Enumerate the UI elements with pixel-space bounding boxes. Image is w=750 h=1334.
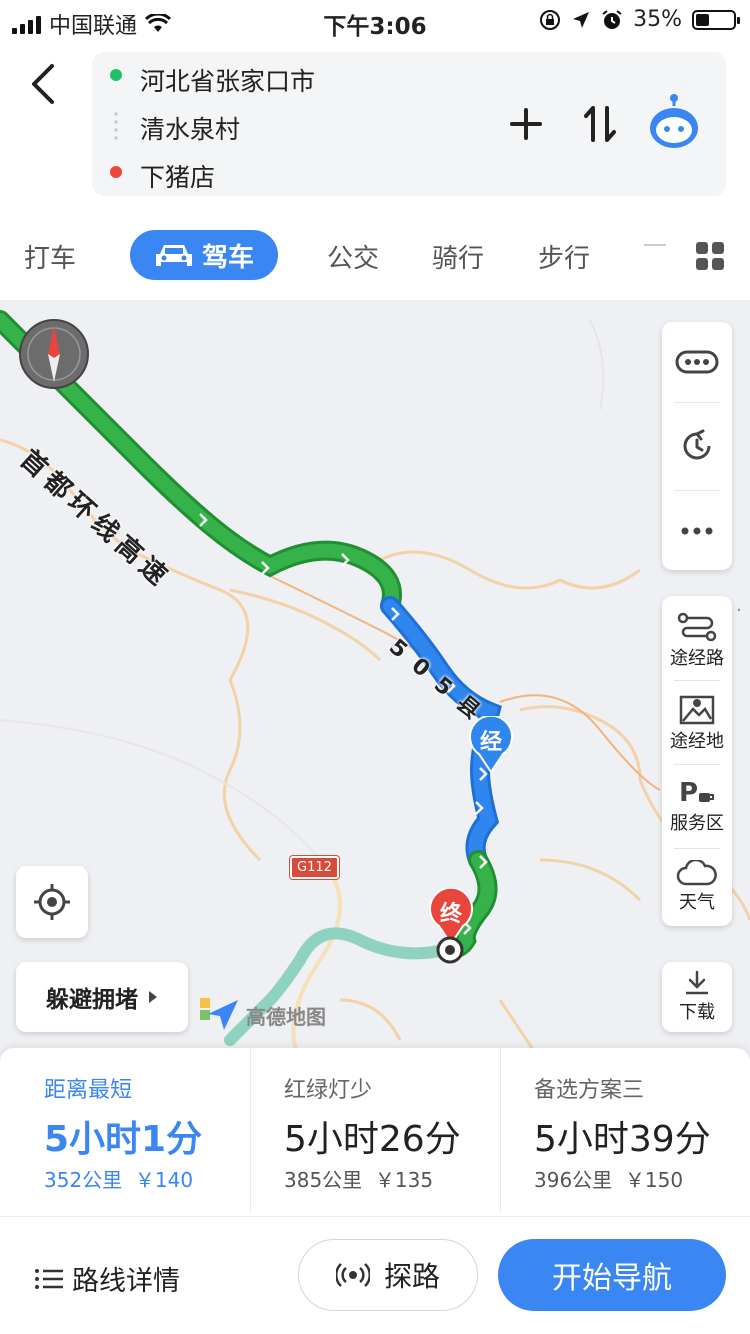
download-label: 下载	[679, 1002, 715, 1023]
route-option-2[interactable]: 红绿灯少 5小时26分 385公里 ￥135	[250, 1048, 500, 1214]
tab-bus[interactable]: 公交	[327, 238, 379, 275]
map-tools-panel	[662, 322, 732, 570]
route-tools-panel: 途经路 途经地 P 服务区 天气	[662, 596, 732, 926]
battery-icon	[692, 9, 740, 30]
route-option-3[interactable]: 备选方案三 5小时39分 396公里 ￥150	[500, 1048, 750, 1214]
locate-icon	[34, 884, 70, 920]
history-toggle[interactable]	[662, 406, 732, 486]
back-icon[interactable]	[24, 62, 64, 106]
download-button[interactable]: 下载	[662, 962, 732, 1032]
service-area-icon: P	[679, 778, 714, 807]
route-option-meta: 385公里 ￥135	[284, 1168, 434, 1192]
via-route-icon	[677, 612, 717, 642]
weather-label: 天气	[679, 892, 715, 913]
route-option-time: 5小时1分	[44, 1119, 203, 1160]
amap-logo-icon	[200, 998, 238, 1030]
more-modes-icon[interactable]	[696, 242, 724, 270]
download-icon	[686, 970, 708, 995]
tab-drive[interactable]: 驾车	[130, 230, 278, 280]
compass-icon[interactable]	[18, 318, 90, 390]
waypoint-connector	[114, 110, 118, 142]
edge-place-label: ·	[736, 600, 742, 621]
via-place-button[interactable]: 途经地	[662, 684, 732, 762]
tab-drive-label: 驾车	[201, 242, 254, 273]
destination-marker-label: 终	[439, 902, 462, 927]
chevron-right-icon	[149, 991, 157, 1003]
via-route-label: 途经路	[670, 648, 724, 669]
svg-text:P: P	[679, 778, 698, 807]
amap-watermark: 高德地图	[200, 998, 326, 1032]
map-canvas	[0, 310, 750, 1060]
route-options: 距离最短 5小时1分 352公里 ￥140 红绿灯少 5小时26分 385公里 …	[0, 1048, 750, 1216]
waypoint-marker-label: 经	[479, 730, 502, 755]
route-input-box: 河北省张家口市 清水泉村 下猪店	[92, 52, 726, 196]
rotation-lock-icon	[540, 9, 561, 30]
list-icon	[35, 1268, 63, 1289]
route-option-title: 备选方案三	[534, 1078, 645, 1103]
destination-dot	[110, 166, 122, 178]
assistant-avatar-icon[interactable]	[646, 92, 702, 150]
explore-route-button[interactable]: 探路	[298, 1239, 478, 1311]
traffic-icon	[675, 350, 719, 374]
alarm-icon	[602, 9, 622, 29]
tab-taxi[interactable]: 打车	[24, 238, 76, 275]
avoid-congestion-button[interactable]: 躲避拥堵	[16, 962, 188, 1032]
route-option-time: 5小时39分	[534, 1119, 711, 1160]
location-arrow-icon	[573, 11, 590, 28]
waypoint-field[interactable]: 清水泉村	[140, 110, 240, 146]
start-navigation-button[interactable]: 开始导航	[498, 1239, 726, 1311]
cloud-icon	[676, 860, 717, 886]
route-option-1[interactable]: 距离最短 5小时1分 352公里 ￥140	[0, 1048, 250, 1214]
add-waypoint-icon[interactable]	[508, 100, 544, 148]
more-icon	[681, 527, 713, 535]
avoid-congestion-label: 躲避拥堵	[46, 987, 138, 1013]
clock-history-icon	[683, 429, 711, 460]
travel-mode-tabs: 打车 驾车 公交 骑行 步行	[0, 224, 750, 288]
via-place-icon	[679, 695, 715, 725]
swap-route-icon[interactable]	[582, 100, 618, 148]
origin-dot	[110, 69, 122, 81]
bottom-action-bar: 路线详情 探路 开始导航	[0, 1216, 750, 1334]
origin-field[interactable]: 河北省张家口市	[140, 62, 315, 98]
via-route-button[interactable]: 途经路	[662, 602, 732, 680]
waypoint-marker[interactable]: 经	[468, 716, 514, 774]
battery-percent: 35%	[633, 7, 682, 32]
more-tools[interactable]	[662, 492, 732, 570]
car-icon	[155, 245, 192, 266]
service-area-label: 服务区	[670, 813, 724, 834]
route-option-meta: 396公里 ￥150	[534, 1168, 684, 1192]
route-details-label: 路线详情	[72, 1266, 180, 1297]
tab-overflow-fade	[644, 244, 666, 246]
route-option-time: 5小时26分	[284, 1119, 461, 1160]
via-place-label: 途经地	[670, 731, 724, 752]
traffic-toggle[interactable]	[662, 322, 732, 402]
route-option-meta: 352公里 ￥140	[44, 1168, 194, 1192]
route-option-title: 距离最短	[44, 1078, 133, 1103]
amap-watermark-text: 高德地图	[246, 1004, 326, 1029]
explore-route-label: 探路	[383, 1260, 440, 1293]
destination-point-icon	[436, 936, 464, 964]
service-area-button[interactable]: P 服务区	[662, 766, 732, 846]
map-view[interactable]: 首都环线高速 505县 G112 经 终 途经路 途经地 P 服务区 天气 下载…	[0, 300, 750, 1060]
tab-cycling[interactable]: 骑行	[432, 238, 484, 275]
route-option-title: 红绿灯少	[284, 1078, 373, 1103]
locate-button[interactable]	[16, 866, 88, 938]
status-bar: 中国联通 下午3:06 35%	[0, 0, 750, 40]
tab-walk[interactable]: 步行	[538, 238, 590, 275]
road-sign: G112	[290, 856, 339, 879]
weather-button[interactable]: 天气	[662, 850, 732, 924]
destination-field[interactable]: 下猪店	[140, 158, 215, 194]
route-details-button[interactable]: 路线详情	[34, 1259, 180, 1298]
broadcast-icon	[335, 1263, 370, 1287]
